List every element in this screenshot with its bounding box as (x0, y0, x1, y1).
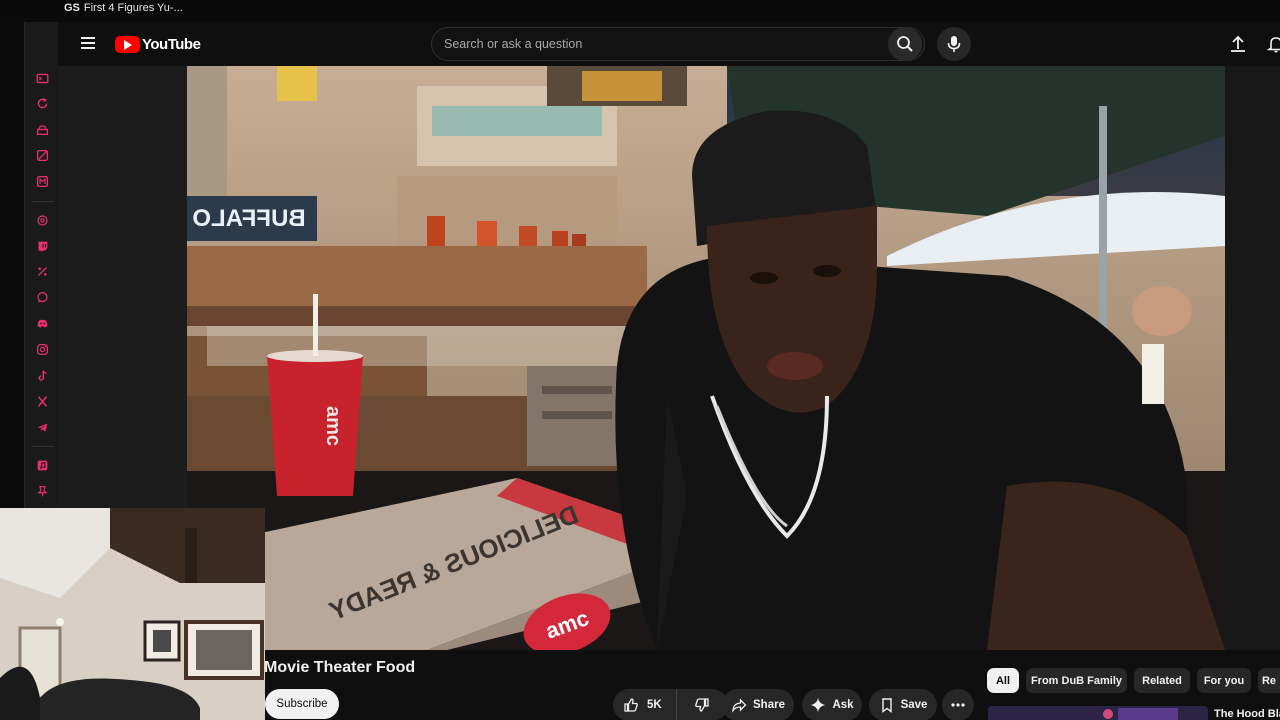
voice-search-button[interactable] (937, 27, 971, 61)
window-title[interactable]: GS First 4 Figures Yu-... (64, 2, 183, 14)
chip-for-you[interactable]: For you (1197, 668, 1251, 693)
like-count: 5K (647, 699, 662, 711)
notifications-button[interactable] (1264, 32, 1280, 56)
like-dislike-group: 5K (613, 689, 728, 720)
bell-icon (1267, 37, 1280, 53)
save-label: Save (900, 699, 928, 711)
webcam-overlay (0, 508, 265, 720)
cup-logo-text: amc (322, 406, 344, 446)
thumbs-up-icon (624, 698, 638, 712)
like-button[interactable]: 5K (613, 689, 677, 720)
chip-related[interactable]: Related (1134, 668, 1190, 693)
sparkle-icon (811, 698, 826, 712)
rail-divider (32, 201, 54, 202)
music-icon[interactable] (36, 459, 49, 472)
video-player[interactable]: BUFFALO amc DELICIOUS & READY amc (187, 66, 1225, 650)
recommended-video-thumbnail[interactable] (988, 706, 1208, 720)
discord-icon[interactable] (36, 317, 49, 330)
search-input[interactable]: Search or ask a question (431, 27, 925, 61)
share-button[interactable]: Share (722, 689, 794, 720)
dislike-button[interactable] (677, 689, 727, 720)
tiktok-icon[interactable] (36, 369, 49, 382)
bookmark-icon (881, 698, 892, 713)
x-icon[interactable] (36, 395, 49, 408)
more-actions-button[interactable] (942, 689, 974, 720)
hamburger-menu-icon[interactable] (78, 34, 98, 54)
chip-all[interactable]: All (987, 668, 1019, 693)
ask-label: Ask (832, 699, 854, 711)
chip-from-channel[interactable]: From DuB Family (1026, 668, 1127, 693)
cake-icon[interactable] (36, 123, 49, 136)
player-right-margin (1225, 66, 1280, 650)
microphone-icon (947, 36, 961, 52)
side-rail (0, 22, 58, 508)
refresh-icon[interactable] (36, 97, 49, 110)
save-button[interactable]: Save (869, 689, 937, 720)
more-icon (951, 703, 965, 707)
instagram-icon[interactable] (36, 343, 49, 356)
whatsapp-icon[interactable] (36, 291, 49, 304)
console-icon[interactable] (36, 72, 49, 85)
subscribe-button[interactable]: Subscribe (265, 689, 339, 719)
youtube-header: YouTube Search or ask a question (58, 22, 1280, 66)
thumbs-down-icon (695, 698, 709, 712)
screen: GS First 4 Figures Yu-... YouTube Search … (0, 0, 1280, 720)
youtube-logo[interactable]: YouTube (115, 33, 201, 55)
webcam-frame (0, 508, 265, 720)
upload-icon (1231, 35, 1245, 52)
percent-icon[interactable] (36, 265, 49, 278)
video-title: Movie Theater Food (264, 659, 416, 676)
search-placeholder: Search or ask a question (444, 37, 583, 51)
threads-icon[interactable] (36, 214, 49, 227)
chip-recently-uploaded[interactable]: Re (1258, 668, 1280, 693)
upload-button[interactable] (1226, 32, 1250, 56)
youtube-play-icon (115, 35, 140, 53)
pin-icon[interactable] (36, 485, 49, 498)
mail-icon[interactable] (36, 175, 49, 188)
app-badge: GS (64, 2, 80, 14)
telegram-icon[interactable] (36, 421, 49, 434)
search-icon (897, 36, 913, 52)
ask-button[interactable]: Ask (802, 689, 862, 720)
share-icon (732, 698, 747, 713)
os-title-bar: GS First 4 Figures Yu-... (0, 0, 1280, 22)
ban-icon[interactable] (36, 149, 49, 162)
recommended-video-title[interactable]: The Hood Bla (1214, 708, 1280, 720)
share-label: Share (753, 699, 785, 711)
twitch-icon[interactable] (36, 240, 49, 253)
search-button[interactable] (888, 27, 922, 61)
rail-divider (32, 446, 54, 447)
window-title-text: First 4 Figures Yu-... (83, 2, 183, 14)
buffalo-sign-text: BUFFALO (192, 205, 305, 232)
video-frame: BUFFALO amc DELICIOUS & READY amc (187, 66, 1225, 650)
youtube-wordmark: YouTube (142, 35, 201, 53)
